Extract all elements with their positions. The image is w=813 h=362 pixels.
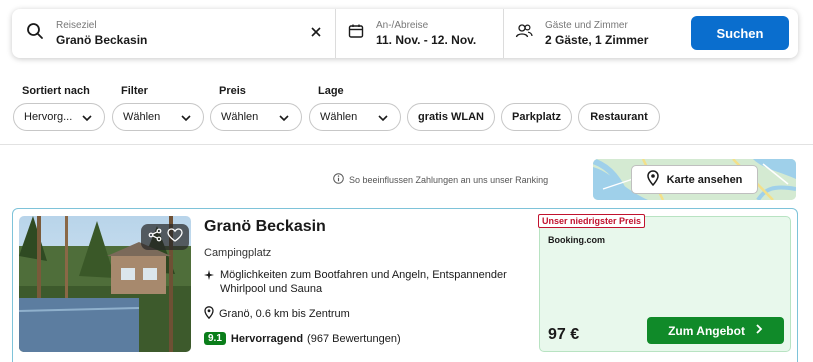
hotel-type: Campingplatz <box>204 247 272 259</box>
search-bar: Reiseziel Granö Beckasin An-/Abreise 11.… <box>12 9 798 58</box>
photo-actions <box>141 224 189 250</box>
ranking-info[interactable]: So beeinflussen Zahlungen an uns unser R… <box>333 173 548 186</box>
chevron-down-icon <box>180 112 192 124</box>
hotel-features-text: Möglichkeiten zum Bootfahren und Angeln,… <box>220 269 507 295</box>
hotel-rating[interactable]: 9.1 Hervorragend (967 Bewertungen) <box>204 332 401 345</box>
heart-icon[interactable] <box>166 227 183 247</box>
search-button[interactable]: Suchen <box>691 16 789 50</box>
destination-input[interactable]: Granö Beckasin <box>56 32 147 48</box>
price-value: Wählen <box>221 111 259 123</box>
price-select[interactable]: Wählen <box>210 103 302 131</box>
sort-select[interactable]: Hervorg... <box>13 103 105 131</box>
sort-label: Sortiert nach <box>22 85 90 97</box>
location-select[interactable]: Wählen <box>309 103 401 131</box>
map-button-label: Karte ansehen <box>666 173 743 186</box>
hotel-features: Möglichkeiten zum Bootfahren und Angeln,… <box>204 268 534 296</box>
hotel-location-text: Granö, 0.6 km bis Zentrum <box>219 308 350 320</box>
chevron-down-icon <box>81 112 93 124</box>
view-deal-label: Zum Angebot <box>668 323 745 338</box>
guests-value: 2 Gäste, 1 Zimmer <box>545 33 649 47</box>
ranking-info-text: So beeinflussen Zahlungen an uns unser R… <box>349 174 549 185</box>
rating-count: (967 Bewertungen) <box>307 332 401 345</box>
destination-field[interactable]: Reiseziel Granö Beckasin <box>12 9 336 58</box>
sort-value: Hervorg... <box>24 111 73 123</box>
guests-label: Gäste und Zimmer <box>545 20 628 31</box>
location-label: Lage <box>318 85 344 97</box>
location-value: Wählen <box>320 111 358 123</box>
map-pin-icon <box>646 170 667 189</box>
hotel-name[interactable]: Granö Beckasin <box>204 218 326 236</box>
lowest-price-badge: Unser niedrigster Preis <box>538 214 646 228</box>
search-icon <box>26 22 44 45</box>
rating-score-badge: 9.1 <box>204 332 226 345</box>
dates-label: An-/Abreise <box>376 20 429 31</box>
chevron-down-icon <box>278 112 290 124</box>
location-pin-icon <box>204 306 219 322</box>
filter-value: Wählen <box>123 111 161 123</box>
chevron-right-icon <box>745 323 763 338</box>
map-button[interactable]: Karte ansehen <box>631 165 758 194</box>
offer-box[interactable]: Unser niedrigster Preis Booking.com 97 €… <box>538 214 791 352</box>
result-card[interactable]: Granö Beckasin Campingplatz Möglichkeite… <box>12 208 798 362</box>
filter-label: Filter <box>121 85 148 97</box>
chevron-down-icon <box>377 112 389 124</box>
info-icon <box>333 173 349 186</box>
rating-word: Hervorragend <box>230 332 304 345</box>
dates-field[interactable]: An-/Abreise 11. Nov. - 12. Nov. <box>336 9 504 58</box>
map-preview[interactable]: Karte ansehen <box>593 159 796 200</box>
close-icon[interactable] <box>309 25 323 39</box>
view-deal-button[interactable]: Zum Angebot <box>647 317 784 344</box>
price-label: Preis <box>219 85 246 97</box>
hotel-location: Granö, 0.6 km bis Zentrum <box>204 306 350 322</box>
users-icon <box>515 23 533 44</box>
dates-value: 11. Nov. - 12. Nov. <box>376 33 477 47</box>
offer-provider: Booking.com <box>548 235 606 245</box>
sparkle-icon <box>204 268 220 296</box>
divider <box>0 144 813 145</box>
offer-price: 97 € <box>548 326 580 343</box>
destination-label: Reiseziel <box>56 20 97 31</box>
guests-field[interactable]: Gäste und Zimmer 2 Gäste, 1 Zimmer <box>504 9 674 58</box>
chip-wifi[interactable]: gratis WLAN <box>407 103 495 131</box>
filter-select[interactable]: Wählen <box>112 103 204 131</box>
calendar-icon <box>348 23 364 44</box>
chip-restaurant[interactable]: Restaurant <box>578 103 660 131</box>
hotel-photo[interactable] <box>19 216 191 352</box>
share-icon[interactable] <box>148 228 162 247</box>
chip-parking[interactable]: Parkplatz <box>501 103 572 131</box>
